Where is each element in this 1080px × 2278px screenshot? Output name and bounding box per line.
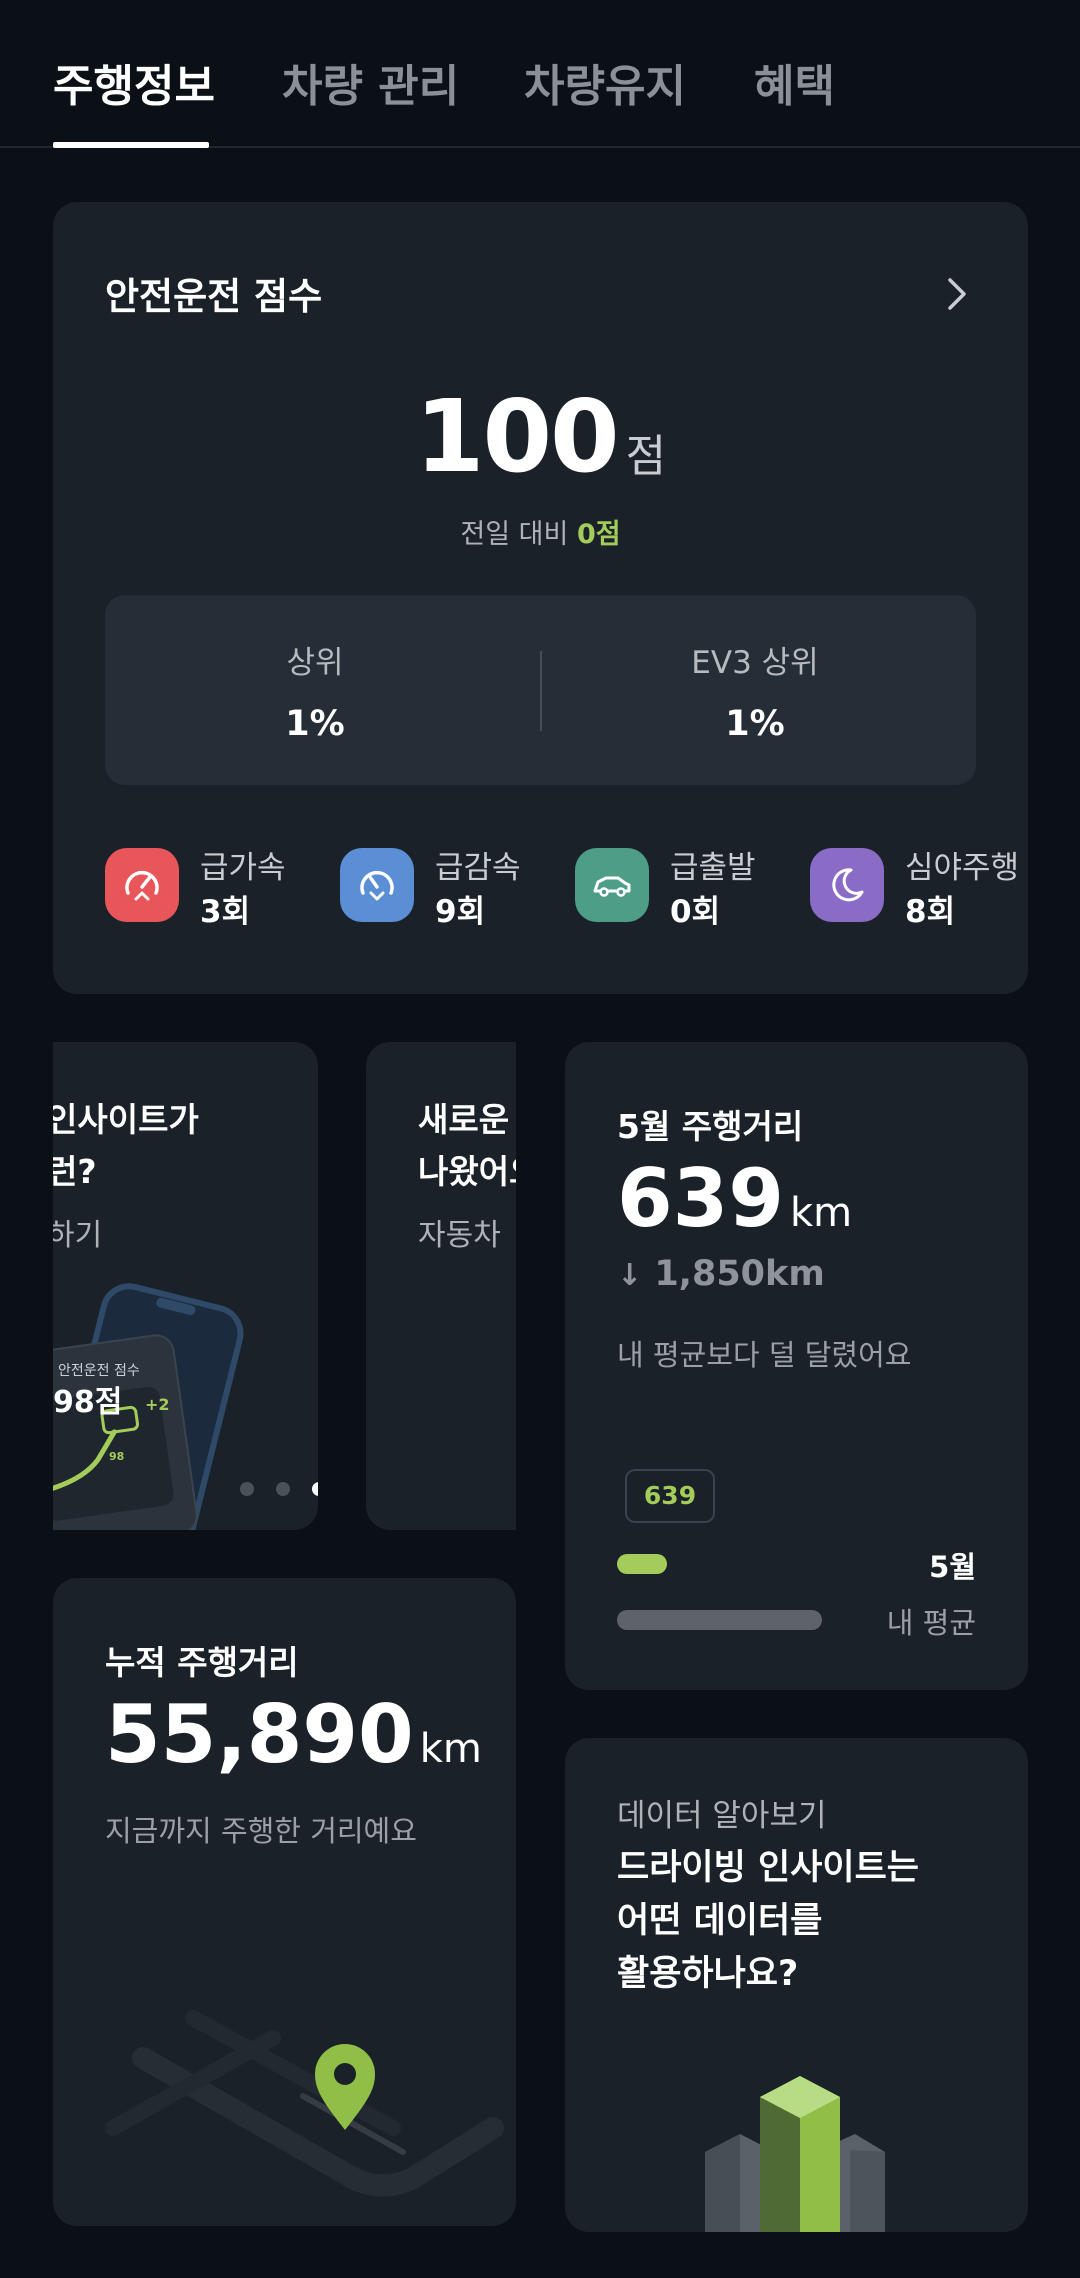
event-label: 급출발 [670,850,756,886]
insight-carousel-card[interactable]: 인사이트가 런? 하기 안전운전 점수 98점 +2 98 [53,1042,318,1530]
tab-vehicle-maintenance[interactable]: 차량유지 [524,50,686,114]
cumulative-distance-title: 누적 주행거리 [105,1643,299,1682]
event-label: 심야주행 [905,850,1020,886]
phone-mock-label: 안전운전 점수 [58,1363,140,1379]
chevron-right-icon[interactable] [936,274,976,314]
insight-subtitle: 자동차 [418,1218,501,1253]
month-value-tooltip: 639 [625,1469,715,1523]
score-comparison: 전일 대비 0점 [53,512,1028,551]
safety-card-title: 안전운전 점수 [105,275,323,318]
rank-model-value: 1% [725,704,785,744]
month-bar-label: 5월 [929,1550,976,1584]
phone-mock-delta: +2 [145,1395,170,1414]
data-info-subtitle: 데이터 알아보기 [617,1798,827,1834]
monthly-distance-diff-value: 1,850km [654,1254,825,1294]
arrow-down-icon: ↓ [617,1258,643,1293]
rank-overall-value: 1% [285,704,345,744]
insight-title-line2: 나왔어요 [418,1152,516,1191]
monthly-distance-value: 639 [617,1152,784,1245]
safety-score-value: 100 [414,378,620,495]
data-info-title-line: 드라이빙 인사이트는 [617,1848,919,1888]
cumulative-distance: 55,890 km [105,1688,482,1781]
data-info-title-line: 활용하나요? [617,1954,799,1994]
safe-driving-score-card[interactable]: 안전운전 점수 100 점 전일 대비 0점 상위 1% EV3 상위 1% 급가… [53,202,1028,994]
score-comparison-label: 전일 대비 [460,519,569,550]
event-late-night-driving: 심야주행 8회 [810,842,1028,930]
safety-score-unit: 점 [625,431,667,482]
rank-model-label: EV3 상위 [691,645,819,681]
active-tab-indicator [53,142,209,148]
cumulative-distance-card[interactable]: 누적 주행거리 55,890 km 지금까지 주행한 거리예요 [53,1578,516,2226]
event-count: 8회 [905,894,956,930]
insight-title-line1: 인사이트가 [53,1100,199,1139]
tab-vehicle-management[interactable]: 차량 관리 [282,50,459,114]
month-distance-bar [617,1554,667,1574]
phone-mock-score: 98점 [53,1385,122,1420]
event-rapid-deceleration: 급감속 9회 [340,842,580,930]
cumulative-distance-value: 55,890 [105,1688,414,1781]
rapid-deceleration-icon [340,848,414,922]
average-bar-label: 내 평균 [886,1606,976,1640]
cumulative-distance-unit: km [419,1726,482,1772]
event-count: 9회 [435,894,486,930]
event-label: 급가속 [200,850,286,886]
map-route-illustration [105,2010,504,2197]
data-info-title-line: 어떤 데이터를 [617,1901,823,1941]
insight-subtitle: 하기 [53,1218,103,1253]
moon-icon [810,848,884,922]
insight-title-line2: 런? [53,1152,97,1191]
insight-carousel-card-next[interactable]: 새로운 나왔어요 자동차 [366,1042,516,1530]
carousel-dot[interactable] [240,1482,254,1496]
rank-overall: 상위 1% [105,637,525,744]
insight-title-line1: 새로운 [418,1100,510,1139]
carousel-dot[interactable] [276,1482,290,1496]
tab-driving-info[interactable]: 주행정보 [53,50,215,114]
event-rapid-acceleration: 급가속 3회 [105,842,345,930]
monthly-distance-unit: km [790,1190,853,1236]
safety-score: 100 점 [53,378,1028,495]
tab-benefits[interactable]: 혜택 [754,50,835,114]
tab-bar: 주행정보 차량 관리 차량유지 혜택 [0,0,1080,148]
rank-overall-label: 상위 [286,645,344,681]
phone-mock-bubble: 98 [109,1450,124,1463]
rapid-start-icon [575,848,649,922]
event-count: 0회 [670,894,721,930]
data-info-card[interactable]: 데이터 알아보기 드라이빙 인사이트는 어떤 데이터를 활용하나요? [565,1738,1028,2232]
score-comparison-value: 0점 [576,519,621,550]
monthly-distance-title: 5월 주행거리 [617,1107,804,1146]
bar-blocks-illustration [705,2076,885,2232]
event-label: 급감속 [435,850,521,886]
monthly-distance-card[interactable]: 5월 주행거리 639 km ↓ 1,850km 내 평균보다 덜 달렸어요 63… [565,1042,1028,1690]
rapid-acceleration-icon [105,848,179,922]
rank-divider [540,651,542,731]
event-count: 3회 [200,894,251,930]
monthly-distance-diff: ↓ 1,850km [617,1254,825,1294]
cumulative-distance-description: 지금까지 주행한 거리예요 [105,1814,417,1848]
data-info-title: 드라이빙 인사이트는 어떤 데이터를 활용하나요? [617,1842,919,2001]
average-distance-bar [617,1610,822,1630]
rank-model: EV3 상위 1% [545,637,965,744]
monthly-distance: 639 km [617,1152,852,1245]
monthly-distance-description: 내 평균보다 덜 달렸어요 [617,1338,912,1372]
rank-box: 상위 1% EV3 상위 1% [105,595,976,785]
event-rapid-start: 급출발 0회 [575,842,815,930]
